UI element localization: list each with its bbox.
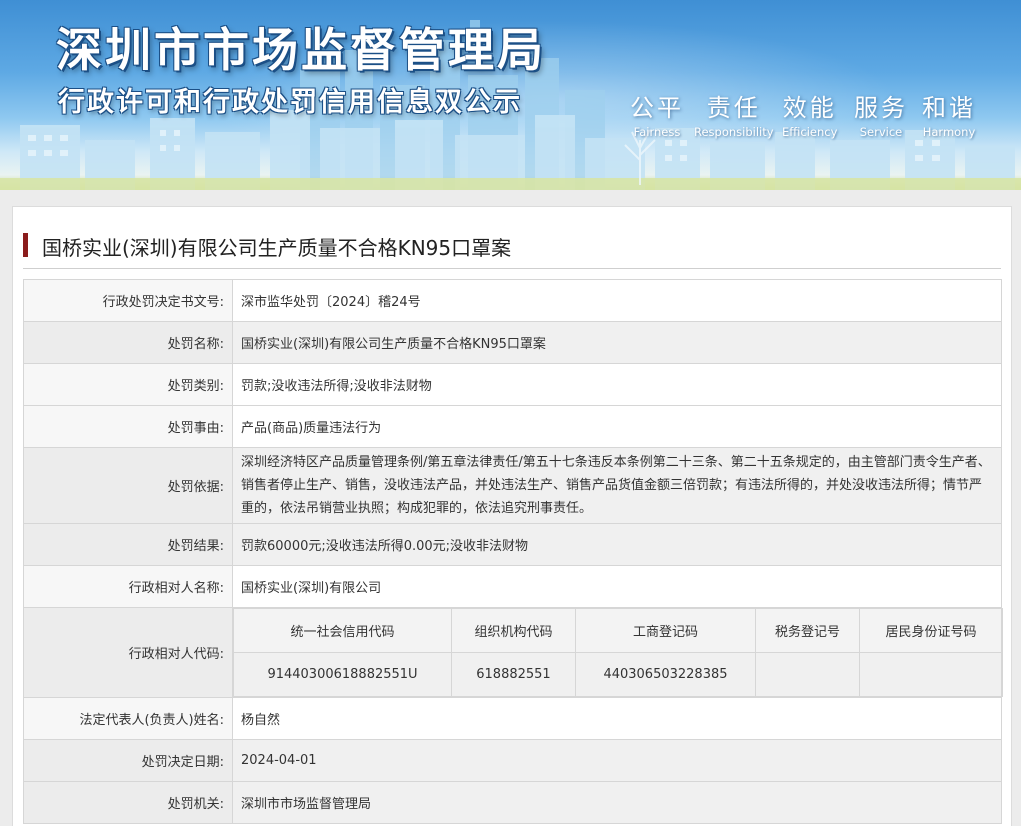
site-banner: 深圳市市场监督管理局 行政许可和行政处罚信用信息双公示 公平 Fairness … — [0, 0, 1021, 190]
penalty-basis-value: 深圳经济特区产品质量管理条例/第五章法律责任/第五十七条违反本条例第二十三条、第… — [232, 447, 1002, 524]
value-responsibility: 责任 Responsibility — [694, 88, 774, 139]
penalty-name-label: 处罚名称: — [23, 321, 233, 364]
penalty-reason-value: 产品(商品)质量违法行为 — [232, 405, 1002, 448]
value-en: Harmony — [922, 125, 976, 139]
table-row: 处罚机关: 深圳市市场监督管理局 — [23, 781, 1002, 824]
penalty-reason-label: 处罚事由: — [23, 405, 233, 448]
table-row: 处罚决定日期: 2024-04-01 — [23, 739, 1002, 782]
authority-label: 处罚机关: — [23, 781, 233, 824]
value-en: Responsibility — [694, 125, 774, 139]
core-values: 公平 Fairness 责任 Responsibility 效能 Efficie… — [630, 88, 980, 139]
value-zh: 公平 — [630, 94, 684, 122]
table-row: 行政相对人名称: 国桥实业(深圳)有限公司 — [23, 565, 1002, 608]
value-fairness: 公平 Fairness — [630, 88, 684, 139]
value-en: Service — [859, 125, 903, 139]
decision-date-label: 处罚决定日期: — [23, 739, 233, 782]
decision-no-label: 行政处罚决定书文号: — [23, 279, 233, 322]
penalty-type-label: 处罚类别: — [23, 363, 233, 406]
code-value-tax-reg — [755, 652, 860, 697]
value-zh: 责任 — [706, 94, 761, 122]
table-row: 行政相对人代码: 统一社会信用代码 组织机构代码 工商登记码 税务登记号 居民身… — [23, 607, 1003, 698]
value-zh: 服务 — [854, 94, 908, 122]
penalty-name-value: 国桥实业(深圳)有限公司生产质量不合格KN95口罩案 — [232, 321, 1002, 364]
case-detail-card: 国桥实业(深圳)有限公司生产质量不合格KN95口罩案 行政处罚决定书文号: 深市… — [12, 206, 1012, 826]
case-info-table: 行政处罚决定书文号: 深市监华处罚〔2024〕稽24号 处罚名称: 国桥实业(深… — [23, 279, 1003, 824]
code-value-business-reg: 440306503228385 — [575, 652, 756, 697]
code-value-id-card — [859, 652, 1003, 697]
codes-header-row: 统一社会信用代码 组织机构代码 工商登记码 税务登记号 居民身份证号码 — [233, 608, 1003, 653]
table-row: 法定代表人(负责人)姓名: 杨自然 — [23, 697, 1002, 740]
authority-value: 深圳市市场监督管理局 — [232, 781, 1002, 824]
legal-rep-value: 杨自然 — [232, 697, 1002, 740]
code-value-org: 618882551 — [451, 652, 576, 697]
party-name-value: 国桥实业(深圳)有限公司 — [232, 565, 1002, 608]
penalty-basis-label: 处罚依据: — [23, 447, 233, 524]
value-harmony: 和谐 Harmony — [922, 88, 976, 139]
code-value-uscc: 91440300618882551U — [233, 652, 452, 697]
site-subtitle: 行政许可和行政处罚信用信息双公示 — [58, 87, 522, 118]
code-header-org: 组织机构代码 — [451, 608, 576, 653]
decision-no-value: 深市监华处罚〔2024〕稽24号 — [232, 279, 1002, 322]
table-row: 处罚名称: 国桥实业(深圳)有限公司生产质量不合格KN95口罩案 — [23, 321, 1002, 364]
value-zh: 效能 — [782, 94, 837, 122]
decision-date-value: 2024-04-01 — [232, 739, 1002, 782]
party-codes-cell: 统一社会信用代码 组织机构代码 工商登记码 税务登记号 居民身份证号码 9144… — [232, 607, 1003, 698]
table-row: 处罚结果: 罚款60000元;没收违法所得0.00元;没收非法财物 — [23, 523, 1002, 566]
party-name-label: 行政相对人名称: — [23, 565, 233, 608]
penalty-result-label: 处罚结果: — [23, 523, 233, 566]
code-header-uscc: 统一社会信用代码 — [233, 608, 452, 653]
value-en: Fairness — [633, 125, 681, 139]
party-codes-table: 统一社会信用代码 组织机构代码 工商登记码 税务登记号 居民身份证号码 9144… — [233, 608, 1003, 697]
legal-rep-label: 法定代表人(负责人)姓名: — [23, 697, 233, 740]
table-row: 处罚事由: 产品(商品)质量违法行为 — [23, 405, 1002, 448]
table-row: 行政处罚决定书文号: 深市监华处罚〔2024〕稽24号 — [23, 279, 1002, 322]
party-codes-label: 行政相对人代码: — [23, 607, 233, 698]
penalty-type-value: 罚款;没收违法所得;没收非法财物 — [232, 363, 1002, 406]
site-title: 深圳市市场监督管理局 — [56, 23, 546, 77]
code-header-business-reg: 工商登记码 — [575, 608, 756, 653]
table-row: 处罚类别: 罚款;没收违法所得;没收非法财物 — [23, 363, 1002, 406]
value-service: 服务 Service — [854, 88, 908, 139]
value-zh: 和谐 — [922, 94, 976, 122]
value-efficiency: 效能 Efficiency — [782, 88, 837, 139]
case-header: 国桥实业(深圳)有限公司生产质量不合格KN95口罩案 — [23, 229, 1001, 269]
codes-value-row: 91440300618882551U 618882551 44030650322… — [233, 652, 1003, 697]
code-header-tax-reg: 税务登记号 — [755, 608, 860, 653]
title-accent-bar — [23, 233, 28, 257]
table-row: 处罚依据: 深圳经济特区产品质量管理条例/第五章法律责任/第五十七条违反本条例第… — [23, 447, 1002, 524]
case-title: 国桥实业(深圳)有限公司生产质量不合格KN95口罩案 — [42, 236, 512, 260]
code-header-id-card: 居民身份证号码 — [859, 608, 1003, 653]
penalty-result-value: 罚款60000元;没收违法所得0.00元;没收非法财物 — [232, 523, 1002, 566]
value-en: Efficiency — [782, 125, 838, 139]
